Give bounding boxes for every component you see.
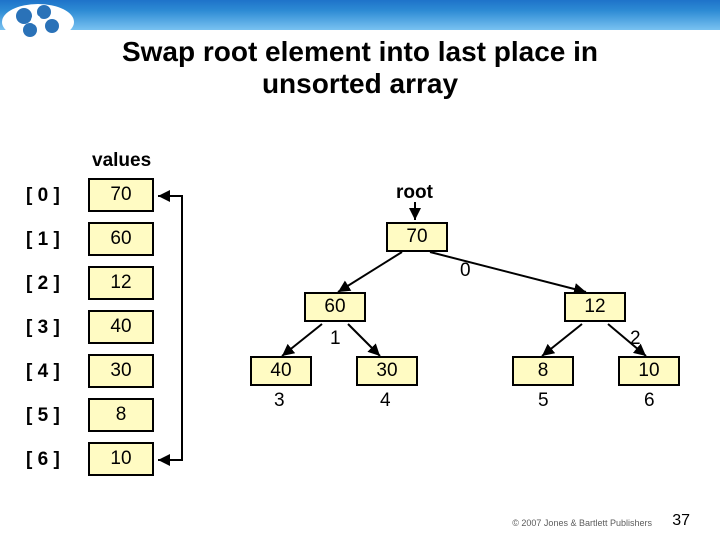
- array-cell: 12: [88, 266, 154, 300]
- tree-node: 12: [564, 292, 626, 322]
- array-index: [ 5 ]: [26, 398, 82, 434]
- swap-arrow-icon: [156, 178, 196, 478]
- array-index: [ 0 ]: [26, 178, 82, 214]
- page-title: Swap root element into last place in uns…: [0, 36, 720, 100]
- array-row: [ 0 ] 70: [26, 178, 226, 214]
- tree-node-index: 0: [460, 260, 471, 282]
- tree-node-index: 5: [538, 390, 549, 412]
- array-cell: 8: [88, 398, 154, 432]
- array-cell: 10: [88, 442, 154, 476]
- tree-node-index: 2: [630, 328, 641, 350]
- tree-node-index: 4: [380, 390, 391, 412]
- tree-node: 60: [304, 292, 366, 322]
- array-index: [ 1 ]: [26, 222, 82, 258]
- array-row: [ 6 ] 10: [26, 442, 226, 478]
- array-cell: 60: [88, 222, 154, 256]
- tree-node: 10: [618, 356, 680, 386]
- tree-node: 70: [386, 222, 448, 252]
- array-row: [ 2 ] 12: [26, 266, 226, 302]
- tree-node-index: 3: [274, 390, 285, 412]
- array-cell: 70: [88, 178, 154, 212]
- array-cell: 30: [88, 354, 154, 388]
- header-band: [0, 0, 720, 30]
- page-number: 37: [672, 512, 690, 530]
- tree-node-index: 6: [644, 390, 655, 412]
- array-row: [ 5 ] 8: [26, 398, 226, 434]
- tree-edges: [230, 160, 700, 460]
- array-cell: 40: [88, 310, 154, 344]
- array-label: values: [92, 150, 151, 172]
- tree-node: 8: [512, 356, 574, 386]
- array-index: [ 4 ]: [26, 354, 82, 390]
- array-index: [ 3 ]: [26, 310, 82, 346]
- array-row: [ 3 ] 40: [26, 310, 226, 346]
- array-row: [ 1 ] 60: [26, 222, 226, 258]
- tree-node-index: 1: [330, 328, 341, 350]
- array-index: [ 6 ]: [26, 442, 82, 478]
- array-index: [ 2 ]: [26, 266, 82, 302]
- array-row: [ 4 ] 30: [26, 354, 226, 390]
- publisher-credit: © 2007 Jones & Bartlett Publishers: [512, 518, 652, 528]
- tree-node: 40: [250, 356, 312, 386]
- tree-node: 30: [356, 356, 418, 386]
- heap-tree: root 70 0 60 1 12 2 40 3 30 4 8 5 10 6: [230, 160, 700, 460]
